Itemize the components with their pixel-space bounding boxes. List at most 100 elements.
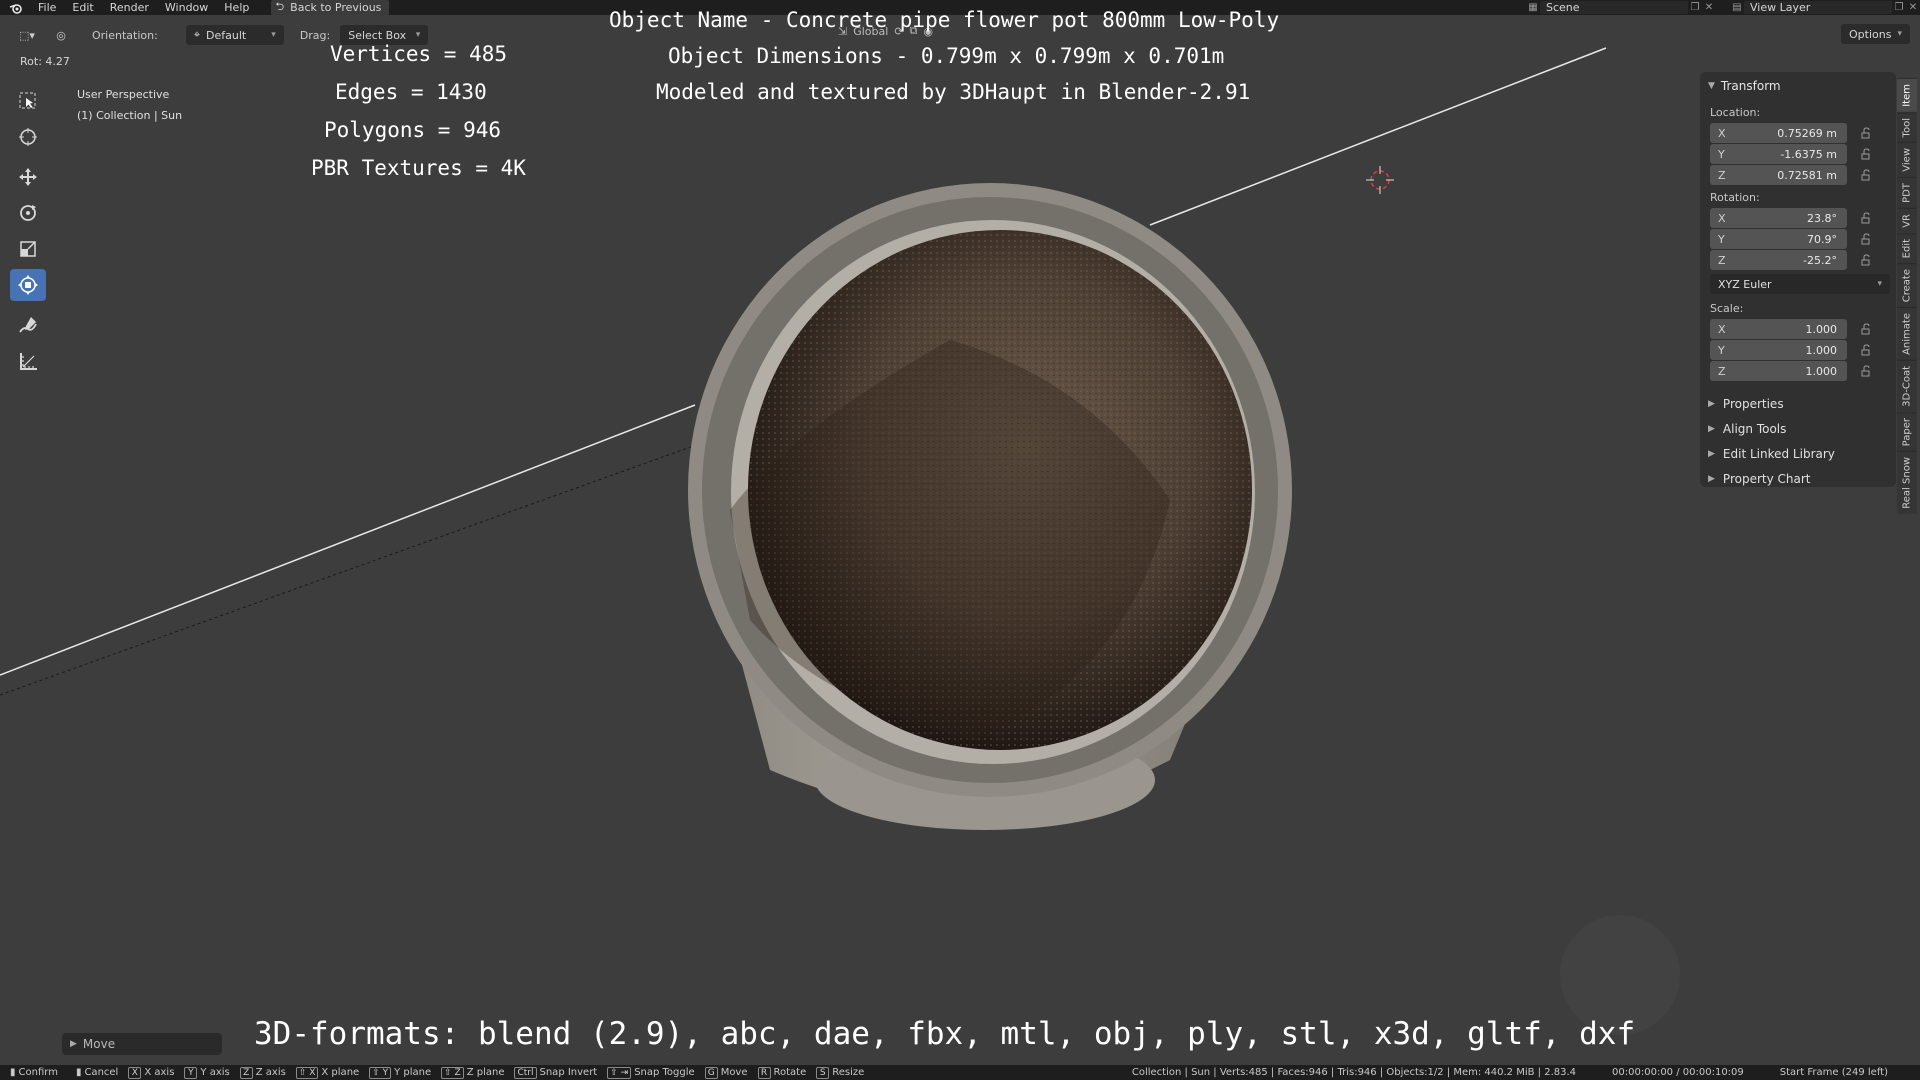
select-box-tool[interactable] [10, 85, 46, 117]
hint-label: Y plane [394, 1067, 432, 1078]
axis-label: X [1718, 322, 1726, 336]
transform-panel-header[interactable]: ▼ Transform [1700, 72, 1896, 100]
drag-value: Select Box [348, 28, 407, 42]
menu-help[interactable]: Help [216, 1, 257, 14]
key-cap: ⇧ Z [441, 1066, 464, 1079]
location-y-field[interactable]: Y -1.6375 m [1710, 144, 1847, 164]
unlock-icon[interactable] [1855, 229, 1877, 249]
hint-z-plane: ⇧ ZZ plane [441, 1066, 504, 1079]
scale-x-field[interactable]: X 1.000 [1710, 319, 1847, 339]
chevron-down-icon: ▾ [271, 30, 276, 40]
rotation-z-field[interactable]: Z -25.2° [1710, 250, 1847, 270]
scale-y-field[interactable]: Y 1.000 [1710, 340, 1847, 360]
menu-render[interactable]: Render [102, 1, 157, 14]
delete-scene-icon[interactable]: ✕ [1702, 1, 1716, 14]
edit-linked-library-panel-header[interactable]: ▶ Edit Linked Library [1700, 441, 1896, 466]
hint-confirm: ▮ Confirm [10, 1067, 58, 1078]
orientation-dropdown[interactable]: ⌖ Default ▾ [185, 25, 284, 45]
viewport-scene[interactable] [0, 0, 1920, 1080]
field-value: 0.75269 m [1777, 126, 1837, 140]
unlock-icon[interactable] [1855, 144, 1877, 164]
field-value: -1.6375 m [1780, 147, 1837, 161]
hint-label: Resize [832, 1067, 865, 1078]
property-chart-panel-header[interactable]: ▶ Property Chart [1700, 466, 1896, 491]
unlock-icon[interactable] [1855, 123, 1877, 143]
unlock-icon[interactable] [1855, 340, 1877, 360]
tab-real-snow[interactable]: Real Snow [1897, 451, 1917, 514]
menu-window[interactable]: Window [157, 1, 216, 14]
rotation-mode-dropdown[interactable]: XYZ Euler ▾ [1710, 274, 1890, 294]
select-box-icon [19, 92, 36, 109]
align-tools-panel-header[interactable]: ▶ Align Tools [1700, 416, 1896, 441]
key-cap: G [704, 1066, 718, 1079]
unlock-icon[interactable] [1855, 319, 1877, 339]
tab-item[interactable]: Item [1897, 78, 1917, 112]
annotate-tool[interactable] [10, 309, 46, 341]
hint-rotate: R Rotate [757, 1066, 806, 1079]
tab-paper[interactable]: Paper [1897, 411, 1917, 452]
scene-name: Scene [1546, 1, 1580, 14]
tab-animate[interactable]: Animate [1897, 307, 1917, 361]
tab-pdt[interactable]: PDT [1897, 176, 1917, 208]
unlock-icon[interactable] [1855, 250, 1877, 270]
n-panel-sidebar: ▼ Transform Location: X 0.75269 m Y -1.637… [1700, 72, 1896, 487]
scale-z-field[interactable]: Z 1.000 [1710, 361, 1847, 381]
menu-file[interactable]: File [30, 1, 64, 14]
collapse-triangle-icon: ▶ [1708, 398, 1715, 409]
cursor-tool[interactable] [10, 121, 46, 153]
scale-y-row: Y 1.000 [1710, 340, 1896, 360]
field-value: 1.000 [1805, 322, 1838, 336]
move-tool[interactable] [10, 161, 46, 193]
panel-title: Align Tools [1722, 421, 1787, 436]
transform-tool[interactable] [10, 269, 46, 301]
axis-label: X [1718, 126, 1726, 140]
axis-label: Y [1718, 343, 1725, 357]
new-view-layer-icon[interactable]: ❐ [1892, 1, 1906, 14]
scene-selector-icon[interactable]: ▦ [1526, 1, 1540, 14]
axis-label: Z [1718, 168, 1726, 182]
collapse-triangle-icon: ▶ [1708, 473, 1715, 484]
tab-3d-coat[interactable]: 3D-Coat [1897, 360, 1917, 412]
tab-edit[interactable]: Edit [1897, 232, 1917, 263]
measure-tool[interactable] [10, 345, 46, 377]
start-frame-info: Start Frame (249 left) [1779, 1067, 1888, 1078]
scale-x-row: X 1.000 [1710, 319, 1896, 339]
rotation-y-field[interactable]: Y 70.9° [1710, 229, 1847, 249]
view-layer-selector-icon[interactable]: ▤ [1730, 1, 1744, 14]
last-operator-panel[interactable]: ▶ Move [62, 1033, 222, 1055]
3d-cursor-icon [1366, 166, 1394, 194]
menu-edit[interactable]: Edit [64, 1, 101, 14]
rotate-tool[interactable] [10, 197, 46, 229]
scene-field[interactable]: Scene [1540, 1, 1688, 14]
location-x-field[interactable]: X 0.75269 m [1710, 123, 1847, 143]
active-collection-text: (1) Collection | Sun [77, 109, 183, 122]
tab-vr[interactable]: VR [1897, 207, 1917, 233]
blender-logo-icon[interactable] [8, 0, 24, 15]
transform-icon [18, 275, 38, 295]
location-z-field[interactable]: Z 0.72581 m [1710, 165, 1847, 185]
back-to-previous-button[interactable]: ⮌ Back to Previous [271, 0, 390, 15]
tab-tool[interactable]: Tool [1897, 111, 1917, 143]
unlock-icon[interactable] [1855, 361, 1877, 381]
tab-create[interactable]: Create [1897, 262, 1917, 308]
panel-title: Property Chart [1722, 471, 1811, 486]
rotation-x-field[interactable]: X 23.8° [1710, 208, 1847, 228]
hint-snap-toggle: ⇧ ⇥ Snap Toggle [607, 1066, 695, 1079]
view-layer-field[interactable]: View Layer [1744, 1, 1892, 14]
chevron-down-icon: ▾ [1897, 29, 1902, 39]
axis-label: Z [1718, 253, 1726, 267]
new-scene-icon[interactable]: ❐ [1688, 1, 1702, 14]
field-value: 70.9° [1807, 232, 1837, 246]
unlock-icon[interactable] [1855, 165, 1877, 185]
delete-view-layer-icon[interactable]: ✕ [1906, 1, 1920, 14]
status-info: Collection | Sun | Verts:485 | Faces:946… [1132, 1065, 1920, 1080]
transform-pivot-icon[interactable]: ◎ [46, 24, 76, 46]
unlock-icon[interactable] [1855, 208, 1877, 228]
editor-type-icon[interactable]: ⬚▾ [12, 24, 42, 46]
hint-label: Y axis [200, 1067, 230, 1078]
vertices-count-text: Vertices = 485 [330, 42, 508, 66]
options-dropdown[interactable]: Options ▾ [1841, 24, 1910, 44]
scale-tool[interactable] [10, 233, 46, 265]
tab-view[interactable]: View [1897, 142, 1917, 177]
properties-panel-header[interactable]: ▶ Properties [1700, 391, 1896, 416]
